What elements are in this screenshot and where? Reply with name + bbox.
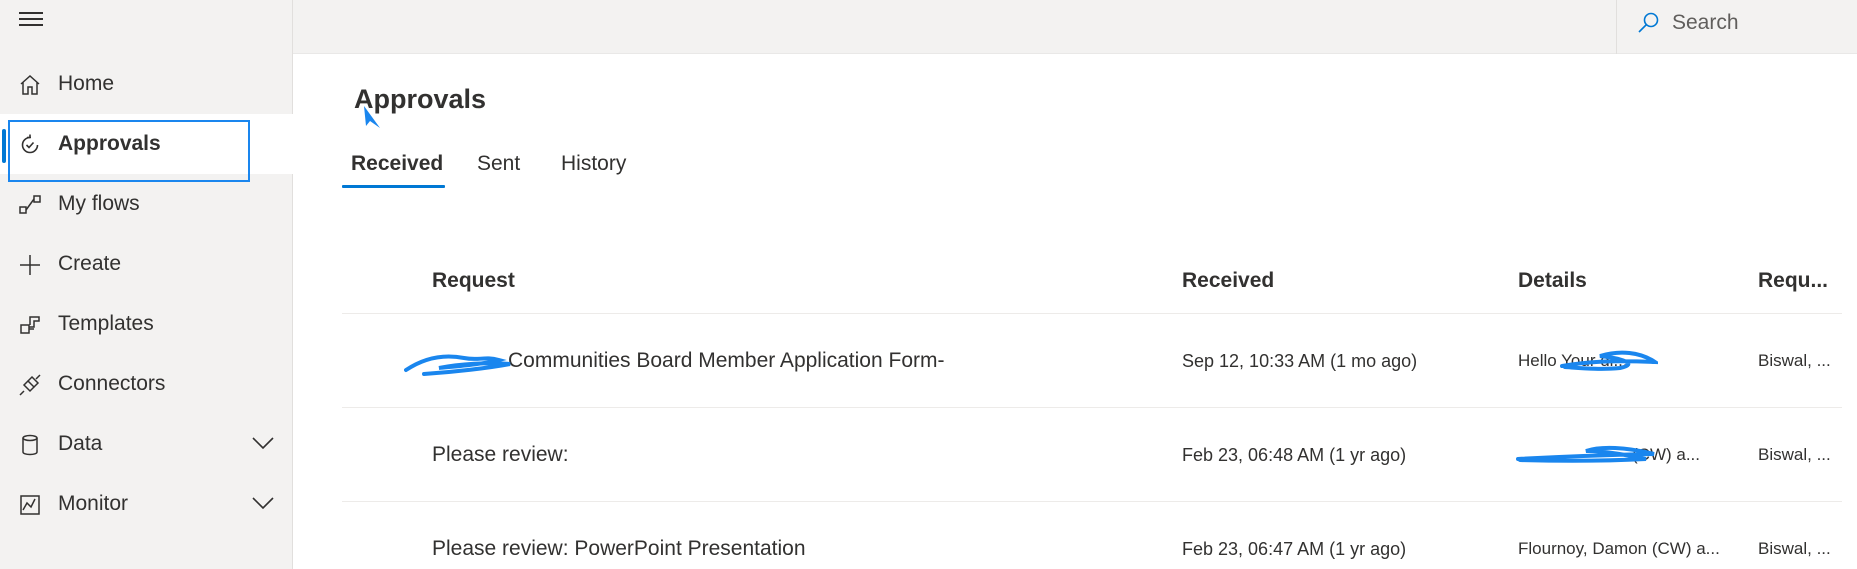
details-cell: Flournoy, Damon (CW) a... [1518,539,1720,558]
annotation-arrow-icon [364,106,380,128]
database-icon [22,434,38,456]
chevron-down-icon[interactable] [251,436,275,450]
request-cell: Please review: [432,443,569,466]
column-header-received[interactable]: Received [1182,269,1274,293]
received-cell: Feb 23, 06:48 AM (1 yr ago) [1182,444,1407,465]
nav-item-connectors[interactable]: Connectors [0,354,293,414]
nav-item-home[interactable]: Home [0,54,293,114]
chevron-down-icon[interactable] [251,496,275,510]
left-navigation: Home Approvals My flows Create Templates… [0,0,293,569]
tab-received[interactable]: Received [351,152,443,176]
nav-item-data[interactable]: Data [0,414,293,474]
home-icon [20,74,40,95]
nav-label: Monitor [58,492,129,515]
requestor-cell: Biswal, ... [1758,445,1831,464]
requestor-cell: Biswal, ... [1758,539,1831,558]
search-box[interactable] [1616,0,1857,54]
nav-label: Create [58,252,122,275]
table-row[interactable]: Please review: Feb 23, 06:48 AM (1 yr ag… [342,408,1842,502]
nav-item-my-flows[interactable]: My flows [0,174,293,234]
nav-item-templates[interactable]: Templates [0,294,293,354]
request-cell: Communities Board Member Application For… [508,349,945,372]
requestor-cell: Biswal, ... [1758,351,1831,370]
received-cell: Sep 12, 10:33 AM (1 mo ago) [1182,350,1418,371]
column-header-details[interactable]: Details [1518,269,1587,293]
nav-label: Data [58,432,103,455]
nav-item-create[interactable]: Create [0,234,293,294]
active-tab-indicator [342,185,445,188]
received-cell: Feb 23, 06:47 AM (1 yr ago) [1182,538,1407,559]
nav-item-approvals[interactable]: Approvals [0,114,293,182]
selection-indicator [2,129,6,163]
templates-icon [20,316,40,334]
flows-icon [19,195,41,214]
details-cell: Hello Your di... [1518,351,1628,370]
nav-label: Approvals [58,132,161,155]
tab-history[interactable]: History [561,152,626,176]
request-cell: Please review: PowerPoint Presentation [432,537,806,560]
column-header-requestor[interactable]: Requ... [1758,269,1828,293]
column-header-request[interactable]: Request [432,269,515,293]
approvals-icon [21,134,39,154]
monitor-icon [20,495,40,515]
search-input[interactable] [1672,10,1842,36]
table-row[interactable]: Please review: PowerPoint Presentation F… [342,502,1842,569]
search-icon [1638,12,1659,33]
plus-icon [20,255,40,275]
nav-label: Home [58,72,115,95]
redaction-scribble [404,354,511,376]
hamburger-menu-icon[interactable] [19,12,43,28]
nav-item-monitor[interactable]: Monitor [0,474,293,534]
nav-label: Connectors [58,372,166,395]
connectors-icon [19,374,41,396]
nav-label: Templates [58,312,154,335]
nav-label: My flows [58,192,140,215]
tab-sent[interactable]: Sent [477,152,520,176]
table-row[interactable]: Communities Board Member Application For… [342,314,1842,408]
